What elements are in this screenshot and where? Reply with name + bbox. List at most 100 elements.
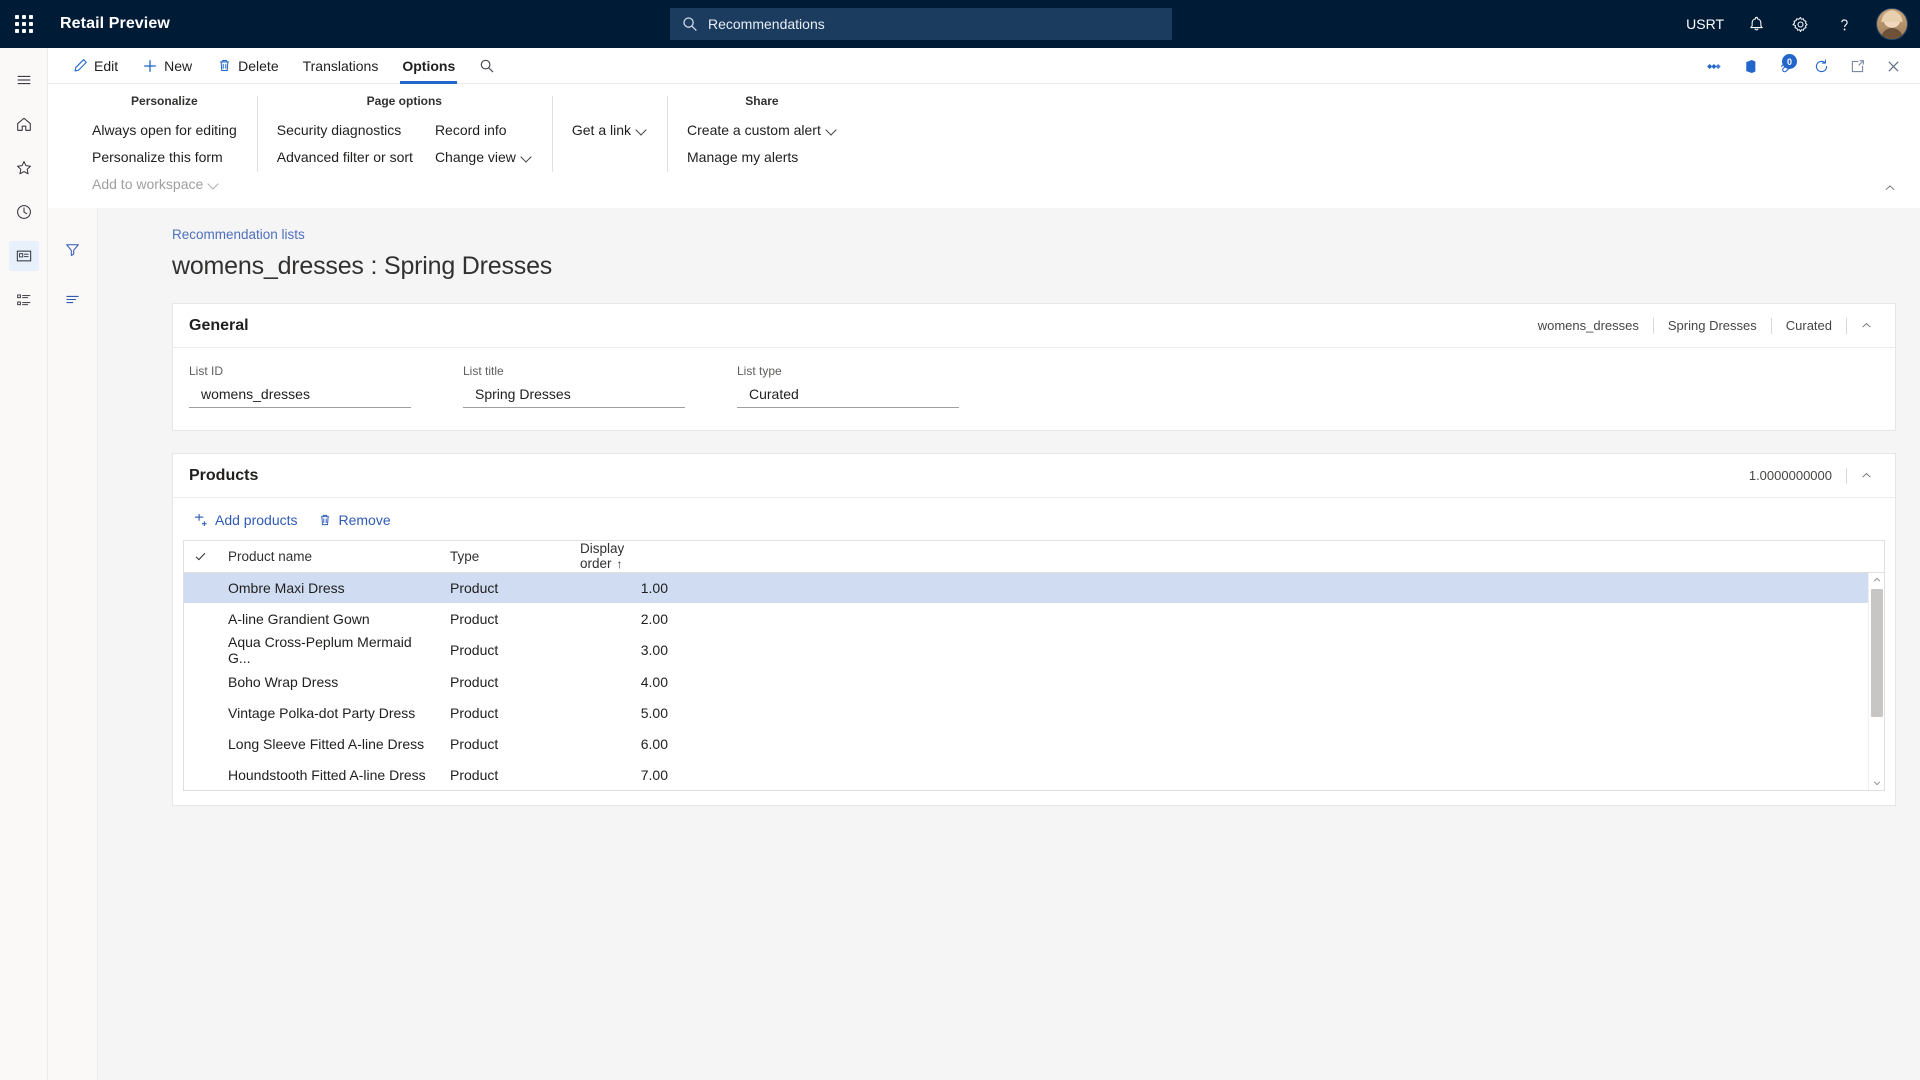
security-diagnostics-item[interactable]: Security diagnostics [275,119,415,141]
delete-button[interactable]: Delete [204,48,290,84]
collapse-general-button[interactable] [1853,313,1879,339]
list-title-input[interactable] [463,382,685,408]
sidebar-item-recent[interactable] [0,190,48,234]
cell-product-name[interactable]: A-line Grandient Gown [218,603,440,634]
bell-icon[interactable] [1736,0,1776,48]
always-open-for-editing-item[interactable]: Always open for editing [90,119,239,141]
command-search-icon[interactable] [467,48,507,84]
table-row[interactable]: A-line Grandient Gown Product 2.00 [184,603,1884,634]
options-tab[interactable]: Options [390,48,467,84]
cell-product-name[interactable]: Long Sleeve Fitted A-line Dress [218,728,440,759]
collapse-ribbon-button[interactable] [1878,176,1902,200]
search-input[interactable] [708,16,1160,32]
cell-type[interactable]: Product [440,572,570,603]
column-header-type[interactable]: Type [440,541,570,573]
cell-display-order[interactable]: 3.00 [570,634,678,666]
attachments-icon[interactable]: 0 [1768,49,1802,83]
row-select-cell[interactable] [184,603,218,634]
cell-type[interactable]: Product [440,603,570,634]
item-label: Create a custom alert [687,122,821,138]
sidebar-item-home[interactable] [0,102,48,146]
cell-display-order[interactable]: 7.00 [570,759,678,790]
sidebar-item-modules[interactable] [0,278,48,322]
ribbon-group-title: Share [745,94,779,108]
avatar[interactable] [1876,8,1908,40]
funnel-filter-icon[interactable] [58,234,88,264]
table-row[interactable]: Vintage Polka-dot Party Dress Product 5.… [184,697,1884,728]
add-to-workspace-item[interactable]: Add to workspace [90,173,239,195]
row-select-cell[interactable] [184,697,218,728]
app-launcher-icon[interactable] [0,0,48,48]
cell-type[interactable]: Product [440,728,570,759]
sidebar-item-favorites[interactable] [0,146,48,190]
table-row[interactable]: Long Sleeve Fitted A-line Dress Product … [184,728,1884,759]
change-view-item[interactable]: Change view [433,146,534,168]
table-row[interactable]: Aqua Cross-Peplum Mermaid G... Product 3… [184,634,1884,666]
table-row[interactable]: Boho Wrap Dress Product 4.00 [184,666,1884,697]
products-section-header[interactable]: Products 1.0000000000 [173,454,1895,498]
create-a-custom-alert-item[interactable]: Create a custom alert [685,119,839,141]
field-list-type: List type [737,364,959,408]
cell-product-name[interactable]: Ombre Maxi Dress [218,572,440,603]
table-row[interactable]: Houndstooth Fitted A-line Dress Product … [184,759,1884,790]
cell-display-order[interactable]: 1.00 [570,572,678,603]
gear-icon[interactable] [1780,0,1820,48]
cell-product-name[interactable]: Vintage Polka-dot Party Dress [218,697,440,728]
column-header-display-order[interactable]: Display order ↑ [570,541,678,573]
question-mark-icon[interactable] [1824,0,1864,48]
grid-vertical-scrollbar[interactable] [1868,573,1884,790]
translations-button[interactable]: Translations [291,48,391,84]
personalize-this-form-item[interactable]: Personalize this form [90,146,239,168]
scrollbar-thumb[interactable] [1870,589,1883,717]
table-row[interactable]: Ombre Maxi Dress Product 1.00 [184,572,1884,603]
page-content: Recommendation lists womens_dresses : Sp… [48,208,1920,1080]
global-search[interactable] [670,8,1172,40]
row-select-cell[interactable] [184,572,218,603]
office-icon[interactable] [1732,49,1766,83]
get-a-link-item[interactable]: Get a link [570,119,649,141]
cell-type[interactable]: Product [440,666,570,697]
sidebar-item-hamburger-menu[interactable] [0,58,48,102]
cell-product-name[interactable]: Boho Wrap Dress [218,666,440,697]
cell-display-order[interactable]: 4.00 [570,666,678,697]
cell-display-order[interactable]: 2.00 [570,603,678,634]
cell-product-name[interactable]: Houndstooth Fitted A-line Dress [218,759,440,790]
item-label: Personalize this form [92,149,223,165]
cell-product-name[interactable]: Aqua Cross-Peplum Mermaid G... [218,634,440,666]
record-info-item[interactable]: Record info [433,119,534,141]
column-header-product-name[interactable]: Product name [218,541,440,573]
cell-type[interactable]: Product [440,634,570,666]
company-selector[interactable]: USRT [1678,0,1732,48]
advanced-filter-or-sort-item[interactable]: Advanced filter or sort [275,146,415,168]
sidebar-item-workspaces[interactable] [0,234,48,278]
add-products-button[interactable]: Add products [185,508,306,532]
cell-type[interactable]: Product [440,697,570,728]
row-select-cell[interactable] [184,759,218,790]
scrollbar-track[interactable] [1869,587,1885,776]
list-type-input[interactable] [737,382,959,408]
edit-button[interactable]: Edit [60,48,130,84]
close-icon[interactable] [1876,49,1910,83]
refresh-icon[interactable] [1804,49,1838,83]
cell-display-order[interactable]: 6.00 [570,728,678,759]
sort-lines-icon[interactable] [58,284,88,314]
relationships-icon[interactable] [1696,49,1730,83]
attachment-count-badge: 0 [1782,54,1797,69]
row-select-cell[interactable] [184,728,218,759]
new-button[interactable]: New [130,48,204,84]
scroll-up-arrow-icon[interactable] [1873,573,1881,587]
general-section-header[interactable]: General womens_dresses Spring Dresses Cu… [173,304,1895,348]
cell-type[interactable]: Product [440,759,570,790]
row-select-cell[interactable] [184,666,218,697]
open-in-new-window-icon[interactable] [1840,49,1874,83]
manage-my-alerts-item[interactable]: Manage my alerts [685,146,839,168]
scroll-down-arrow-icon[interactable] [1873,776,1881,790]
breadcrumb[interactable]: Recommendation lists [172,226,1896,244]
list-id-input[interactable] [189,382,411,408]
remove-button[interactable]: Remove [310,508,399,532]
cell-display-order[interactable]: 5.00 [570,697,678,728]
select-all-header[interactable] [184,541,218,573]
summary-chip-list-title: Spring Dresses [1654,317,1772,334]
row-select-cell[interactable] [184,634,218,666]
collapse-products-button[interactable] [1853,463,1879,489]
